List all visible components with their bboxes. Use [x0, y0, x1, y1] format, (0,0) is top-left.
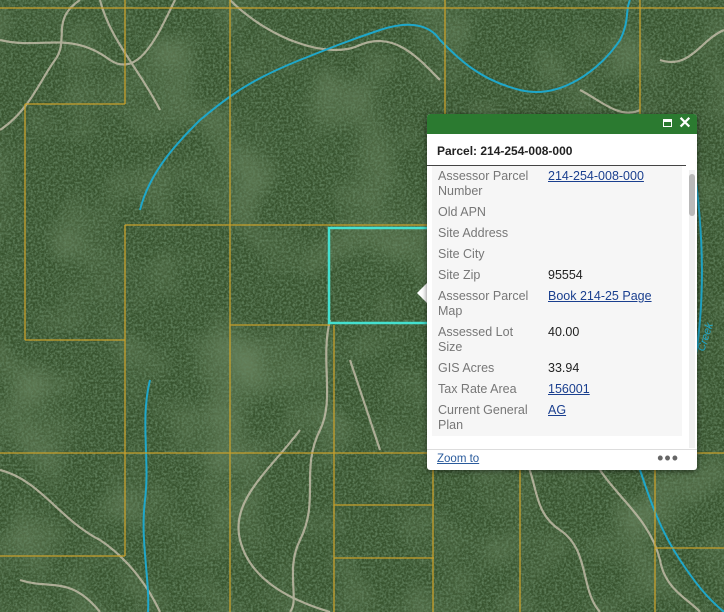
attribute-value-link[interactable]: 214-254-008-000: [548, 169, 644, 183]
attribute-row: Assessor Parcel Map Book 214-25 Page: [432, 286, 682, 322]
popup-header: ✕: [427, 114, 697, 134]
attribute-label: Assessor Parcel Map: [438, 289, 529, 318]
attribute-row: Tax Rate Area 156001: [432, 379, 682, 400]
attribute-label: Site City: [438, 247, 485, 261]
popup-title: Parcel: 214-254-008-000: [427, 134, 686, 166]
attribute-row: Assessor Parcel Number 214-254-008-000: [432, 166, 682, 202]
attribute-label: Site Address: [438, 226, 509, 240]
attribute-value-cell: 214-254-008-000: [542, 166, 682, 202]
attribute-row: Site Address: [432, 223, 682, 244]
attribute-value-cell: 95554: [548, 268, 583, 282]
attribute-value-cell: 156001: [542, 379, 682, 400]
attribute-row: Site City: [432, 244, 682, 265]
attribute-label: Site Zip: [438, 268, 481, 282]
attribute-label: Assessed Lot Size: [438, 325, 514, 354]
attribute-value-cell: AG: [542, 400, 682, 436]
close-icon[interactable]: ✕: [677, 116, 693, 132]
attribute-label: Tax Rate Area: [438, 382, 517, 396]
attribute-table: Assessor Parcel Number 214-254-008-000 Old…: [432, 166, 682, 436]
maximize-icon[interactable]: [659, 116, 675, 132]
attribute-row: Current General Plan AG: [432, 400, 682, 436]
popup-scrollbar[interactable]: [689, 170, 695, 448]
zoom-to-link[interactable]: Zoom to: [437, 453, 479, 465]
popup-pointer: [417, 283, 427, 303]
attribute-value-cell: 33.94: [548, 361, 580, 375]
attribute-value-link[interactable]: AG: [548, 403, 566, 417]
popup-body[interactable]: Assessor Parcel Number 214-254-008-000 Old…: [427, 166, 689, 450]
popup-footer: Zoom to •••: [427, 448, 697, 470]
attribute-row: Site Zip 95554: [432, 265, 682, 286]
attribute-value-link[interactable]: 156001: [548, 382, 590, 396]
attribute-label: Current General Plan: [438, 403, 528, 432]
attribute-row: Assessed Lot Size 40.00: [432, 322, 682, 358]
attribute-value-link[interactable]: Book 214-25 Page: [548, 289, 652, 303]
attribute-value-cell: Book 214-25 Page: [542, 286, 682, 322]
attribute-value-cell: [542, 244, 682, 265]
attribute-label: Old APN: [438, 205, 486, 219]
attribute-value-cell: 40.00: [548, 325, 580, 339]
more-options-button[interactable]: •••: [657, 448, 679, 469]
attribute-value-cell: [542, 202, 682, 223]
parcel-popup: ✕ Parcel: 214-254-008-000 Assessor Parce…: [427, 114, 697, 470]
attribute-label: Assessor Parcel Number: [438, 169, 529, 198]
attribute-label: GIS Acres: [438, 361, 495, 375]
attribute-row: Old APN: [432, 202, 682, 223]
attribute-value-cell: [542, 223, 682, 244]
scroll-thumb[interactable]: [689, 174, 695, 216]
attribute-row: GIS Acres 33.94: [432, 358, 682, 379]
